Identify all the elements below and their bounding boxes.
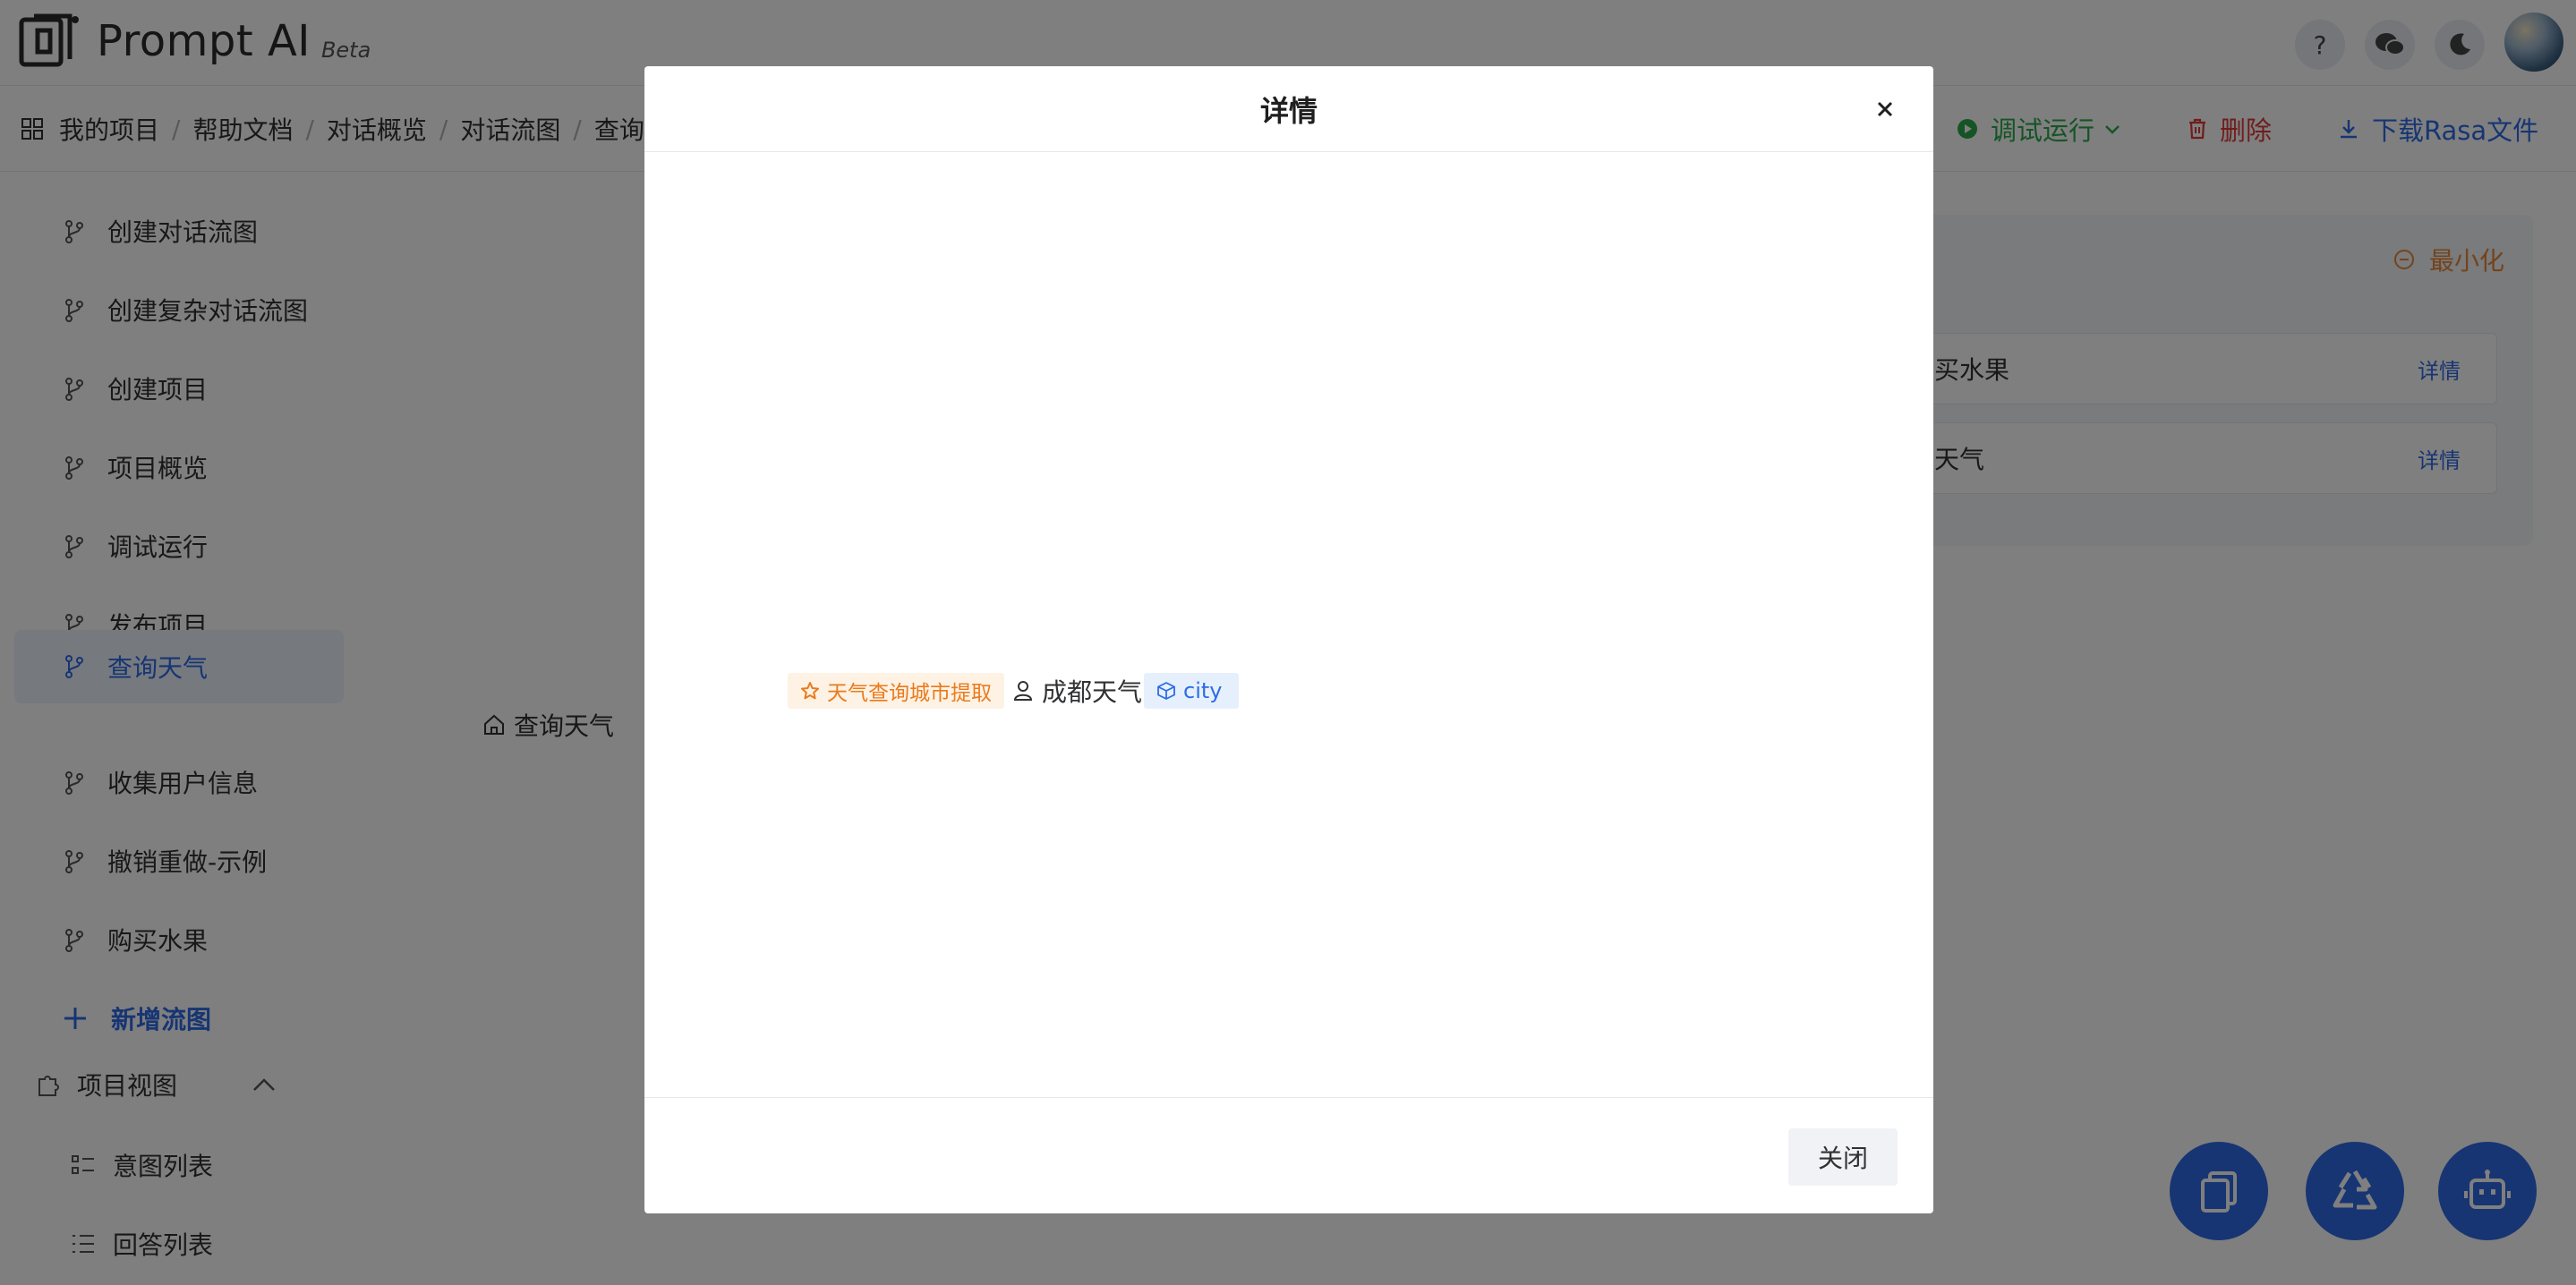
intent-tag-label: 天气查询城市提取	[827, 682, 992, 705]
star-icon	[801, 682, 819, 700]
cube-icon	[1157, 682, 1175, 700]
dialog-footer: 关闭	[644, 1097, 1933, 1213]
dialog-title: 详情	[1259, 93, 1318, 128]
intent-tag[interactable]: 天气查询城市提取	[788, 673, 1004, 709]
training-example: 天气查询城市提取 成都天气 city	[788, 673, 1239, 709]
entity-tag[interactable]: city	[1144, 673, 1239, 709]
close-icon[interactable]	[1872, 97, 1898, 122]
close-button[interactable]: 关闭	[1788, 1128, 1898, 1186]
user-utterance-text: 成都天气	[1042, 677, 1143, 707]
entity-tag-label: city	[1183, 678, 1223, 703]
user-icon	[1013, 681, 1033, 701]
user-utterance: 成都天气	[1013, 673, 1142, 709]
detail-dialog: 详情 天气查询城市提取 成都天气 city 关闭	[644, 66, 1933, 1213]
dialog-header: 详情	[644, 66, 1933, 152]
dialog-body: 天气查询城市提取 成都天气 city	[644, 152, 1933, 1163]
